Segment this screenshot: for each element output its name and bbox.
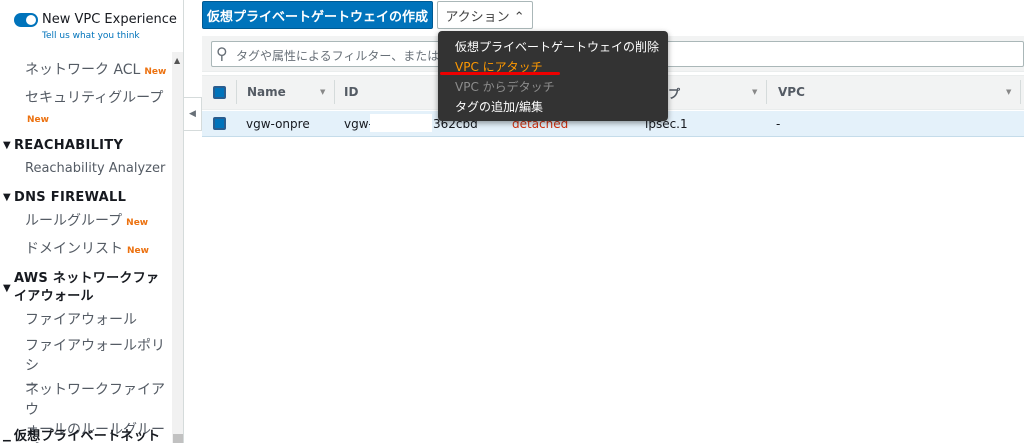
- redacted-area: [370, 114, 432, 132]
- new-badge: New: [126, 218, 149, 228]
- column-divider: [236, 80, 237, 104]
- row-checkbox[interactable]: [213, 117, 226, 130]
- caret-down-icon: ▼: [3, 140, 11, 151]
- new-badge: New: [27, 115, 49, 125]
- sidebar-item-network-acl[interactable]: ネットワーク ACL New: [0, 60, 172, 82]
- scrollbar-thumb[interactable]: [173, 434, 183, 443]
- sidebar-item-domain-list[interactable]: ドメインリスト New: [0, 239, 172, 261]
- cell-name: vgw-onpre: [246, 117, 310, 131]
- section-label: AWS ネットワークファ: [14, 271, 160, 286]
- create-vpg-button[interactable]: 仮想プライベートゲートウェイの作成: [202, 1, 433, 29]
- caret-down-icon: ▼: [3, 283, 11, 294]
- menu-item-delete[interactable]: 仮想プライベートゲートウェイの削除: [455, 38, 659, 55]
- section-aws-network-firewall[interactable]: ▼ AWS ネットワークファ イアウォール: [0, 270, 172, 306]
- section-virtual-private-network[interactable]: ▁ 仮想プライベートネット: [0, 428, 172, 443]
- new-badge: New: [144, 67, 167, 77]
- section-dns-firewall[interactable]: ▼ DNS FIREWALL: [0, 189, 172, 207]
- sidebar-item-label: ドメインリスト: [25, 241, 123, 257]
- sidebar-item-label: ネットワーク ACL: [25, 62, 141, 78]
- column-divider: [766, 80, 767, 104]
- caret-down-icon: ▁: [3, 431, 11, 442]
- sort-icon[interactable]: ▼: [320, 88, 325, 96]
- column-header-name[interactable]: Name: [247, 85, 286, 99]
- select-all-checkbox[interactable]: [213, 86, 226, 99]
- experience-label: New VPC Experience: [42, 12, 177, 27]
- section-label: 仮想プライベートネット: [14, 429, 161, 443]
- sidebar-item-rule-group[interactable]: ルールグループ New: [0, 211, 172, 233]
- sidebar-item-reachability-analyzer[interactable]: Reachability Analyzer: [0, 159, 172, 179]
- sort-icon[interactable]: ▼: [752, 88, 757, 96]
- section-reachability[interactable]: ▼ REACHABILITY: [0, 137, 172, 155]
- column-header-vpc[interactable]: VPC: [778, 85, 805, 99]
- sidebar-item-label: セキュリティグループ: [25, 90, 164, 106]
- cell-vpc: -: [776, 117, 781, 131]
- sort-icon[interactable]: ▼: [1006, 88, 1011, 96]
- chevron-left-icon: ◀: [189, 109, 196, 119]
- section-label: DNS FIREWALL: [14, 190, 127, 205]
- caret-down-icon: ▼: [3, 192, 11, 203]
- sidebar: New VPC Experience Tell us what you thin…: [0, 0, 184, 443]
- menu-item-detach-vpc: VPC からデタッチ: [455, 80, 555, 94]
- new-vpc-experience-toggle[interactable]: [14, 13, 38, 27]
- sidebar-item-security-group-new: New: [0, 108, 172, 130]
- column-header-type[interactable]: プ: [668, 85, 680, 102]
- scroll-up-icon[interactable]: ▲: [174, 56, 180, 65]
- tell-us-link[interactable]: Tell us what you think: [42, 31, 140, 41]
- highlight-underline: [440, 72, 560, 75]
- search-placeholder: タグや属性によるフィルター、またはキ: [236, 49, 452, 63]
- sidebar-item-label: ファイアウォール: [25, 312, 137, 328]
- search-icon: ⚲: [216, 44, 228, 63]
- sidebar-item-label: Reachability Analyzer: [25, 161, 166, 176]
- sidebar-item-label: ネットワークファイアウ: [25, 382, 165, 418]
- column-divider: [334, 80, 335, 104]
- new-badge: New: [127, 246, 149, 256]
- sidebar-item-label: ルールグループ: [25, 213, 123, 229]
- collapse-sidebar-button[interactable]: ◀: [184, 97, 202, 131]
- actions-button[interactable]: アクション ⌃: [437, 1, 533, 29]
- sidebar-item-label: ファイアウォールポリシ: [25, 338, 165, 374]
- sidebar-scrollbar[interactable]: [172, 52, 183, 443]
- menu-item-edit-tags[interactable]: タグの追加/編集: [455, 98, 543, 115]
- section-label: REACHABILITY: [14, 138, 124, 153]
- section-label: イアウォール: [14, 289, 94, 304]
- sidebar-item-security-group[interactable]: セキュリティグループ: [0, 88, 172, 108]
- column-divider: [1020, 80, 1021, 104]
- sidebar-item-firewall[interactable]: ファイアウォール: [0, 310, 172, 330]
- column-header-id[interactable]: ID: [344, 85, 358, 99]
